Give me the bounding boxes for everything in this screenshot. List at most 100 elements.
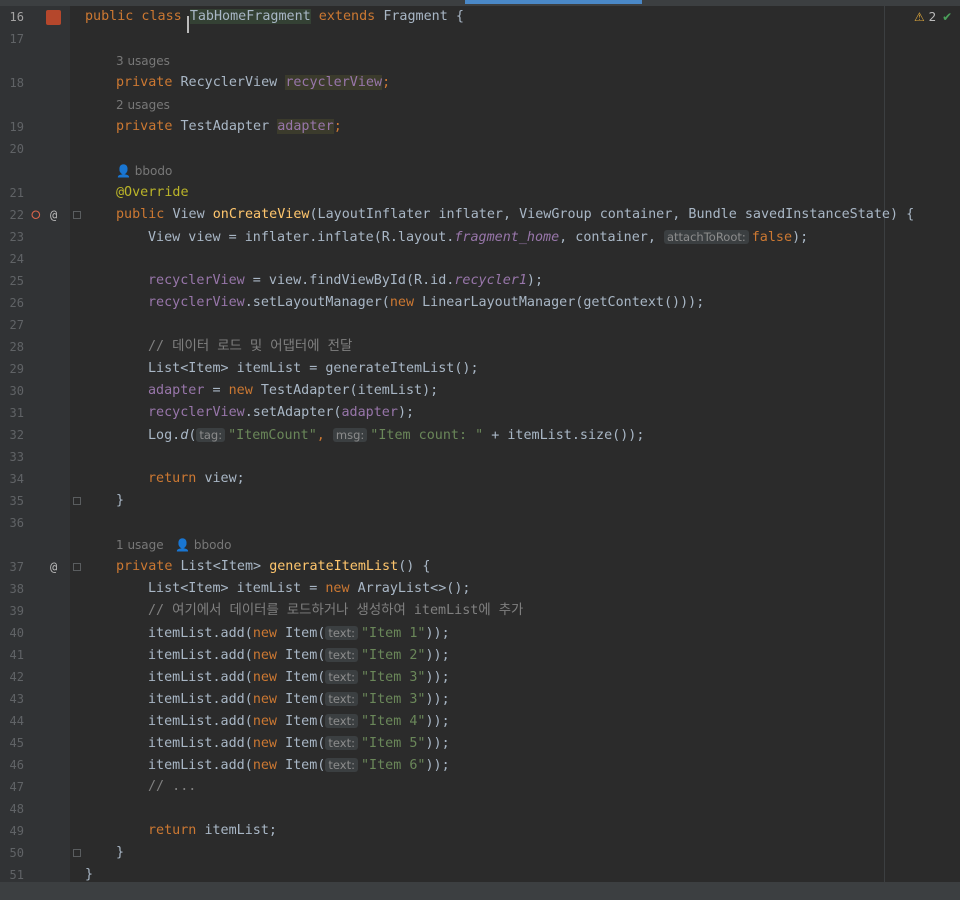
code-line[interactable]: 32 Log.d(tag: "ItemCount", msg: "Item coun…: [0, 424, 960, 446]
fold-marker-icon[interactable]: [73, 497, 81, 505]
param-hint: text:: [325, 648, 358, 662]
code-text: + itemList.size());: [483, 428, 645, 443]
author-hint-row: 👤 bbodo: [0, 160, 960, 182]
usages-hint[interactable]: 2 usages: [116, 94, 170, 116]
code-line[interactable]: 30 adapter = new TestAdapter(itemList);: [0, 380, 960, 402]
code-text: itemList.add(: [148, 714, 253, 729]
author-hint[interactable]: bbodo: [135, 164, 173, 178]
usages-hint[interactable]: 1 usage: [116, 538, 164, 552]
code-line[interactable]: 43 itemList.add(new Item(text: "Item 3"))…: [0, 688, 960, 710]
code-line[interactable]: 47 // ...: [0, 776, 960, 798]
code-line[interactable]: 29 List<Item> itemList = generateItemLis…: [0, 358, 960, 380]
resource-ref: recycler1: [454, 273, 527, 288]
line-number: 34: [9, 472, 24, 486]
field: adapter: [341, 405, 398, 420]
code-line[interactable]: 21 @Override: [0, 182, 960, 204]
code-text: List<Item>: [180, 559, 270, 574]
line-number: 16: [9, 10, 24, 24]
param-hint: text:: [325, 714, 358, 728]
field: recyclerView: [285, 75, 383, 90]
line-number: 38: [9, 582, 24, 596]
code-text: }: [116, 845, 125, 860]
code-line[interactable]: 34 return view;: [0, 468, 960, 490]
code-line[interactable]: 39 // 여기에서 데이터를 로드하거나 생성하여 itemList에 추가: [0, 600, 960, 622]
code-line[interactable]: 17: [0, 28, 960, 50]
code-line[interactable]: 25 recyclerView = view.findViewById(R.id…: [0, 270, 960, 292]
java-class-icon: [46, 10, 61, 25]
string: "Item 3": [360, 692, 426, 707]
code-line[interactable]: 50 }: [0, 842, 960, 864]
code-line[interactable]: 44 itemList.add(new Item(text: "Item 4"))…: [0, 710, 960, 732]
field: recyclerView: [148, 295, 245, 310]
code-line[interactable]: 48: [0, 798, 960, 820]
code-line[interactable]: 51 }: [0, 864, 960, 882]
code-text: TestAdapter(itemList);: [260, 383, 439, 398]
code-text: ArrayList<>();: [357, 581, 471, 596]
code-editor[interactable]: 16 public class TabHomeFragment extends …: [0, 6, 960, 882]
code-text: .setLayoutManager(: [244, 295, 390, 310]
line-number: 19: [9, 120, 24, 134]
line-number: 42: [9, 670, 24, 684]
code-line[interactable]: 36: [0, 512, 960, 534]
line-number: 28: [9, 340, 24, 354]
at-icon[interactable]: @: [50, 204, 57, 226]
code-line[interactable]: 16 public class TabHomeFragment extends …: [0, 6, 960, 28]
code-text: .setAdapter(: [244, 405, 342, 420]
code-text: () {: [398, 559, 431, 574]
code-line[interactable]: 26 recyclerView.setLayoutManager(new Lin…: [0, 292, 960, 314]
line-number: 44: [9, 714, 24, 728]
fold-marker-icon[interactable]: [73, 211, 81, 219]
code-line[interactable]: 35 }: [0, 490, 960, 512]
line-number: 41: [9, 648, 24, 662]
kw: new: [389, 295, 423, 310]
code-line[interactable]: 18 private RecyclerView recyclerView;: [0, 72, 960, 94]
line-number: 35: [9, 494, 24, 508]
kw: ;: [333, 119, 342, 134]
line-number: 50: [9, 846, 24, 860]
param-hint: text:: [325, 692, 358, 706]
code-line[interactable]: 19 private TestAdapter adapter;: [0, 116, 960, 138]
override-method-icon[interactable]: ⭘: [31, 204, 41, 226]
line-number: 20: [9, 142, 24, 156]
code-line[interactable]: 37 @ private List<Item> generateItemList…: [0, 556, 960, 578]
usages-hint[interactable]: 3 usages: [116, 50, 170, 72]
code-line[interactable]: 20: [0, 138, 960, 160]
line-number: 48: [9, 802, 24, 816]
annotation: @Override: [116, 185, 189, 200]
string: "Item 6": [360, 758, 426, 773]
code-text: Log.: [148, 428, 181, 443]
code-text: LinearLayoutManager(getContext()));: [422, 295, 705, 310]
code-line[interactable]: 23 View view = inflater.inflate(R.layout…: [0, 226, 960, 248]
method-name: onCreateView: [212, 207, 310, 222]
line-number: 18: [9, 76, 24, 90]
author-hint[interactable]: bbodo: [194, 538, 232, 552]
kw: private: [116, 75, 181, 90]
code-text: =: [204, 383, 229, 398]
kw: new: [252, 670, 286, 685]
kw: new: [252, 692, 286, 707]
code-line[interactable]: 45 itemList.add(new Item(text: "Item 5"))…: [0, 732, 960, 754]
code-line[interactable]: 42 itemList.add(new Item(text: "Item 3"))…: [0, 666, 960, 688]
line-number: 25: [9, 274, 24, 288]
code-line[interactable]: 27: [0, 314, 960, 336]
code-line[interactable]: 22 ⭘ @ public View onCreateView(LayoutIn…: [0, 204, 960, 226]
code-line[interactable]: 24: [0, 248, 960, 270]
at-icon[interactable]: @: [50, 556, 57, 578]
line-number: 30: [9, 384, 24, 398]
line-number: 39: [9, 604, 24, 618]
code-text: Item(: [285, 692, 326, 707]
code-line[interactable]: 31 recyclerView.setAdapter(adapter);: [0, 402, 960, 424]
code-line[interactable]: 46 itemList.add(new Item(text: "Item 6"))…: [0, 754, 960, 776]
class-name: TabHomeFragment: [189, 9, 311, 24]
code-line[interactable]: 49 return itemList;: [0, 820, 960, 842]
fold-marker-icon[interactable]: [73, 849, 81, 857]
code-line[interactable]: 40 itemList.add(new Item(text: "Item 1"))…: [0, 622, 960, 644]
code-line[interactable]: 33: [0, 446, 960, 468]
line-number: 37: [9, 560, 24, 574]
person-icon: 👤: [175, 538, 191, 552]
code-line[interactable]: 28 // 데이터 로드 및 어댑터에 전달: [0, 336, 960, 358]
code-line[interactable]: 38 List<Item> itemList = new ArrayList<>…: [0, 578, 960, 600]
code-text: itemList.add(: [148, 758, 253, 773]
code-line[interactable]: 41 itemList.add(new Item(text: "Item 2"))…: [0, 644, 960, 666]
fold-marker-icon[interactable]: [73, 563, 81, 571]
